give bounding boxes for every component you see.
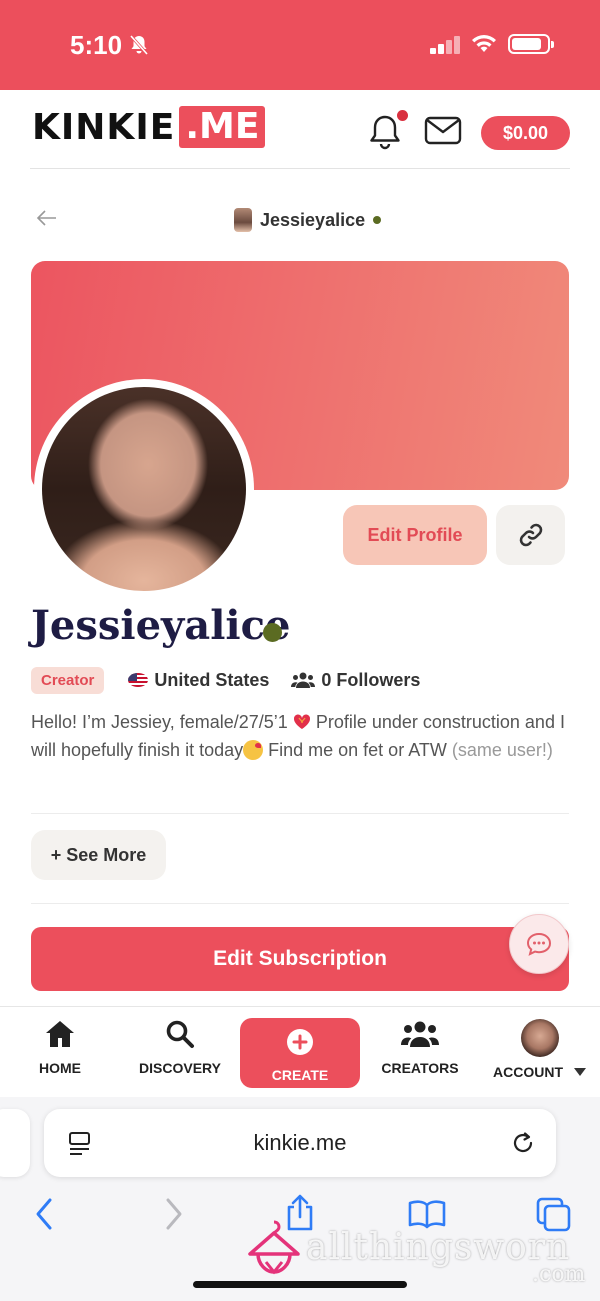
home-indicator bbox=[193, 1281, 407, 1288]
status-time: 5:10 bbox=[70, 30, 123, 60]
mini-avatar bbox=[234, 208, 252, 232]
forward-icon[interactable] bbox=[164, 1197, 184, 1231]
nav-home[interactable]: HOME bbox=[0, 1019, 120, 1076]
followers-count[interactable]: 0 Followers bbox=[321, 670, 420, 691]
nav-create-label: CREATE bbox=[271, 1067, 329, 1083]
bio-text-1: Hello! I’m Jessiey, female/27/5’1 bbox=[31, 712, 288, 732]
cellular-signal-icon bbox=[430, 34, 464, 54]
us-flag-icon bbox=[128, 673, 149, 687]
link-icon bbox=[519, 523, 542, 547]
watermark: allthingsworn bbox=[246, 1218, 570, 1276]
see-more-button[interactable]: + See More bbox=[31, 830, 166, 880]
profile-bio: Hello! I’m Jessiey, female/27/5’1 Profil… bbox=[31, 708, 576, 764]
wallet-balance-button[interactable]: $0.00 bbox=[481, 116, 570, 150]
bell-muted-icon bbox=[129, 35, 149, 55]
watermark-logo-icon bbox=[248, 1220, 300, 1275]
users-icon bbox=[401, 1021, 439, 1047]
site-logo[interactable]: KINKIE .ME bbox=[32, 106, 266, 148]
bio-text-4: (same user!) bbox=[451, 740, 553, 760]
nav-account-label: ACCOUNT bbox=[480, 1064, 600, 1080]
status-bar: 5:10 bbox=[0, 0, 600, 90]
profile-avatar[interactable] bbox=[42, 387, 246, 591]
home-icon bbox=[46, 1021, 74, 1047]
face-blowing-kiss-emoji-icon bbox=[243, 740, 264, 760]
creator-badge: Creator bbox=[31, 666, 105, 694]
profile-subheader: Jessieyalice bbox=[234, 208, 382, 232]
wifi-icon bbox=[472, 35, 496, 52]
previous-tab-peek[interactable] bbox=[0, 1109, 30, 1177]
profile-country: United States bbox=[154, 669, 270, 690]
notification-dot bbox=[397, 110, 408, 121]
nav-create[interactable]: CREATE bbox=[240, 1018, 360, 1088]
edit-subscription-button[interactable]: Edit Subscription bbox=[31, 927, 569, 991]
followers-icon bbox=[291, 672, 316, 688]
nav-home-label: HOME bbox=[39, 1060, 81, 1076]
header-divider bbox=[30, 168, 570, 169]
logo-text: KINKIE bbox=[32, 106, 176, 148]
plus-circle-icon bbox=[287, 1029, 313, 1055]
nav-discovery[interactable]: DISCOVERY bbox=[120, 1019, 240, 1076]
section-divider bbox=[31, 813, 569, 814]
back-arrow-icon[interactable] bbox=[36, 208, 58, 234]
url-text[interactable]: kinkie.me bbox=[44, 1130, 556, 1156]
heart-on-fire-emoji-icon bbox=[293, 714, 310, 729]
search-icon bbox=[166, 1020, 194, 1048]
edit-profile-button[interactable]: Edit Profile bbox=[343, 505, 487, 565]
logo-suffix: .ME bbox=[179, 106, 266, 148]
copy-link-button[interactable] bbox=[496, 505, 565, 565]
nav-discovery-label: DISCOVERY bbox=[139, 1060, 221, 1076]
bottom-navigation: HOME DISCOVERY CREATE CREATORS ACCOUNT bbox=[0, 1006, 600, 1096]
online-indicator bbox=[263, 623, 282, 642]
chat-bubble-icon bbox=[526, 932, 552, 956]
profile-meta-row: Creator United States 0 Followers bbox=[31, 666, 420, 694]
profile-name: Jessieyalice bbox=[31, 602, 291, 649]
messages-mail-icon[interactable] bbox=[424, 116, 462, 146]
address-bar[interactable]: kinkie.me bbox=[44, 1109, 556, 1177]
nav-creators[interactable]: CREATORS bbox=[360, 1019, 480, 1076]
chat-floating-button[interactable] bbox=[509, 914, 569, 974]
subheader-username: Jessieyalice bbox=[260, 209, 366, 230]
watermark-text: allthingsworn bbox=[306, 1226, 571, 1268]
section-divider bbox=[31, 903, 569, 904]
reload-icon[interactable] bbox=[510, 1130, 536, 1156]
account-avatar bbox=[521, 1019, 559, 1057]
online-indicator-small bbox=[373, 216, 382, 224]
back-icon[interactable] bbox=[34, 1197, 54, 1231]
battery-icon bbox=[508, 34, 554, 54]
bio-text-3: Find me on fet or ATW bbox=[268, 740, 447, 760]
nav-creators-label: CREATORS bbox=[381, 1060, 459, 1076]
caret-down-icon bbox=[573, 1068, 586, 1076]
nav-account[interactable]: ACCOUNT bbox=[480, 1019, 600, 1080]
watermark-suffix: .com bbox=[532, 1262, 586, 1287]
